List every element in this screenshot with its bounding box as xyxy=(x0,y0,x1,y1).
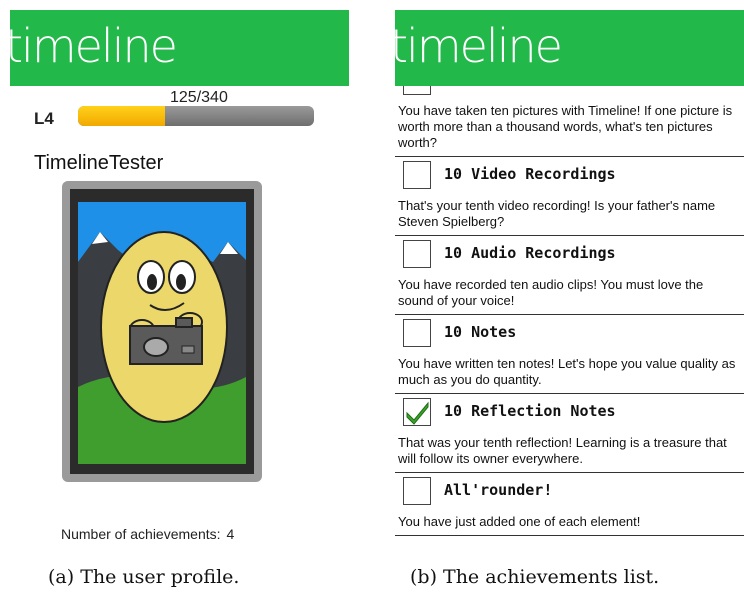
egg-character-with-camera-icon xyxy=(78,202,246,464)
user-profile-screen: timeline 125/340 L4 TimelineTester Numbe… xyxy=(10,10,349,556)
achievement-checkbox[interactable] xyxy=(403,240,431,268)
achievement-checkbox[interactable] xyxy=(403,477,431,505)
achievements-list-screen: 10 PicturesYou have taken ten pictures w… xyxy=(395,10,744,556)
achievement-checkbox[interactable] xyxy=(403,161,431,189)
achievement-checkbox[interactable] xyxy=(403,319,431,347)
caption-achievements-list: (b) The achievements list. xyxy=(410,566,660,588)
app-title: timeline xyxy=(395,19,563,73)
achievement-header: All'rounder! xyxy=(395,473,744,510)
achievement-title: 10 Notes xyxy=(444,323,517,341)
achievement-item[interactable]: 10 Audio Recordings You have recorded ten… xyxy=(395,236,744,315)
xp-progress-bar xyxy=(78,106,314,126)
achievement-title: 10 Reflection Notes xyxy=(444,402,616,420)
achievement-description: You have taken ten pictures with Timelin… xyxy=(398,103,733,150)
achievement-title: 10 Video Recordings xyxy=(444,165,616,183)
green-checkmark-icon xyxy=(406,401,429,425)
achievement-header: 10 Video Recordings xyxy=(395,157,744,194)
app-header: timeline xyxy=(10,10,349,86)
level-label: L4 xyxy=(34,109,54,128)
achievement-title: 10 Audio Recordings xyxy=(444,244,616,262)
achievement-item[interactable]: All'rounder! You have just added one of e… xyxy=(395,473,744,536)
achievement-description: That's your tenth video recording! Is yo… xyxy=(398,198,716,229)
achievements-count-value: 4 xyxy=(226,526,235,542)
achievement-description: You have written ten notes! Let's hope y… xyxy=(398,356,736,387)
achievement-title: All'rounder! xyxy=(444,481,553,499)
achievement-checkbox-checked[interactable] xyxy=(403,398,431,426)
achievement-header: 10 Reflection Notes xyxy=(395,394,744,431)
username: TimelineTester xyxy=(34,152,164,174)
xp-progress-text: 125/340 xyxy=(170,89,228,106)
achievement-description: You have recorded ten audio clips! You m… xyxy=(398,277,704,308)
caption-user-profile: (a) The user profile. xyxy=(48,566,240,588)
avatar-picture xyxy=(70,189,254,474)
achievement-description: That was your tenth reflection! Learning… xyxy=(398,435,727,466)
divider xyxy=(395,535,744,536)
app-title: timeline xyxy=(10,19,178,73)
achievement-header: 10 Audio Recordings xyxy=(395,236,744,273)
achievement-item[interactable]: 10 Notes You have written ten notes! Let'… xyxy=(395,315,744,394)
achievement-item[interactable]: 10 Video Recordings That's your tenth vid… xyxy=(395,157,744,236)
avatar[interactable] xyxy=(62,181,262,482)
achievement-header: 10 Notes xyxy=(395,315,744,352)
achievements-count-row: Number of achievements: 4 xyxy=(61,526,234,542)
achievements-list[interactable]: 10 PicturesYou have taken ten pictures w… xyxy=(395,63,744,536)
achievement-description: You have just added one of each element! xyxy=(398,514,641,529)
achievements-count-label: Number of achievements: xyxy=(61,526,221,542)
xp-progress-fill xyxy=(78,106,165,126)
achievement-item[interactable]: 10 Reflection Notes That was your tenth r… xyxy=(395,394,744,473)
app-header: timeline xyxy=(395,10,744,86)
